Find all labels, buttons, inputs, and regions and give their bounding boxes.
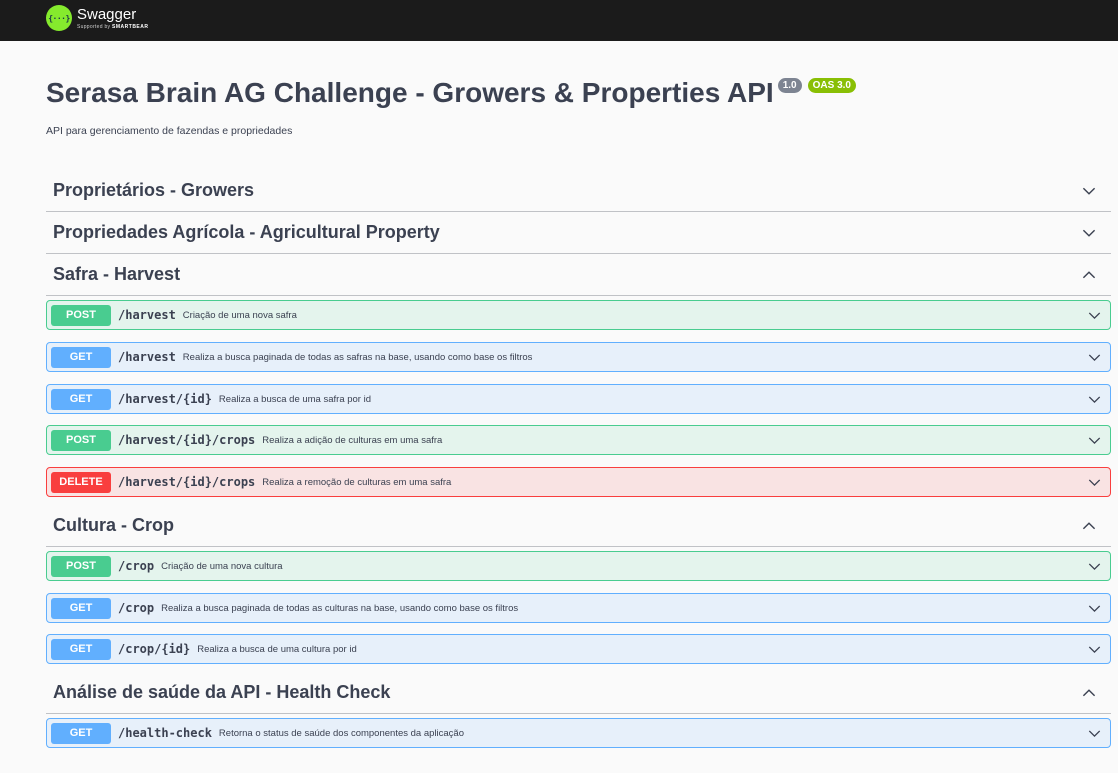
operation-path: /crop bbox=[118, 559, 155, 573]
brand-tagline: Supported by SMARTBEAR bbox=[77, 24, 149, 30]
tag-harvest[interactable]: Safra - Harvest bbox=[46, 254, 1111, 296]
operation-get-harvest-id[interactable]: GET /harvest/{id} Realiza a busca de uma… bbox=[46, 384, 1111, 414]
chevron-down-icon[interactable] bbox=[1088, 643, 1101, 656]
operation-delete-harvest-crops[interactable]: DELETE /harvest/{id}/crops Realiza a rem… bbox=[46, 467, 1111, 497]
method-badge: GET bbox=[51, 722, 111, 744]
operation-post-harvest-crops[interactable]: POST /harvest/{id}/crops Realiza a adiçã… bbox=[46, 425, 1111, 455]
chevron-down-icon[interactable] bbox=[1088, 602, 1101, 615]
method-badge: GET bbox=[51, 346, 111, 368]
method-badge: POST bbox=[51, 429, 111, 451]
tag-agricultural-property[interactable]: Propriedades Agrícola - Agricultural Pro… bbox=[46, 212, 1111, 254]
chevron-down-icon[interactable] bbox=[1088, 560, 1101, 573]
swagger-icon: {···} bbox=[46, 5, 72, 31]
brand-name: Swagger bbox=[77, 6, 137, 23]
api-description: API para gerenciamento de fazendas e pro… bbox=[46, 125, 293, 137]
chevron-down-icon[interactable] bbox=[1088, 309, 1101, 322]
chevron-up-icon bbox=[1082, 688, 1096, 696]
method-badge: GET bbox=[51, 388, 111, 410]
tag-label: Safra - Harvest bbox=[53, 264, 181, 284]
method-badge: GET bbox=[51, 597, 111, 619]
tag-health-check[interactable]: Análise de saúde da API - Health Check bbox=[46, 672, 1111, 714]
chevron-down-icon[interactable] bbox=[1088, 351, 1101, 364]
tag-label: Cultura - Crop bbox=[53, 515, 174, 535]
chevron-down-icon[interactable] bbox=[1088, 393, 1101, 406]
operation-path: /harvest/{id} bbox=[118, 392, 212, 406]
operation-path: /health-check bbox=[118, 726, 212, 740]
operation-summary: Realiza a busca paginada de todas as cul… bbox=[161, 602, 519, 614]
version-badge: 1.0 bbox=[777, 78, 802, 93]
tag-label: Análise de saúde da API - Health Check bbox=[53, 682, 391, 702]
tag-crop[interactable]: Cultura - Crop bbox=[46, 505, 1111, 547]
chevron-down-icon[interactable] bbox=[1088, 476, 1101, 489]
tag-growers[interactable]: Proprietários - Growers bbox=[46, 170, 1111, 212]
operation-path: /harvest bbox=[118, 308, 176, 322]
swagger-logo[interactable]: {···} Swagger Supported by SMARTBEAR bbox=[46, 4, 149, 31]
method-badge: DELETE bbox=[51, 471, 111, 493]
operation-summary: Realiza a adição de culturas em uma safr… bbox=[262, 434, 443, 446]
tag-label: Propriedades Agrícola - Agricultural Pro… bbox=[53, 222, 440, 242]
operation-summary: Criação de uma nova cultura bbox=[161, 560, 283, 572]
method-badge: POST bbox=[51, 555, 111, 577]
operation-path: /crop/{id} bbox=[118, 642, 191, 656]
operation-get-crop-id[interactable]: GET /crop/{id} Realiza a busca de uma cu… bbox=[46, 634, 1111, 664]
operation-get-crop[interactable]: GET /crop Realiza a busca paginada de to… bbox=[46, 593, 1111, 623]
operation-summary: Realiza a busca de uma cultura por id bbox=[197, 643, 357, 655]
chevron-up-icon bbox=[1082, 270, 1096, 278]
chevron-down-icon bbox=[1082, 229, 1096, 237]
oas-badge: OAS 3.0 bbox=[807, 78, 856, 93]
operation-get-harvest[interactable]: GET /harvest Realiza a busca paginada de… bbox=[46, 342, 1111, 372]
operation-get-health-check[interactable]: GET /health-check Retorna o status de sa… bbox=[46, 718, 1111, 748]
chevron-up-icon bbox=[1082, 521, 1096, 529]
page-title: Serasa Brain AG Challenge - Growers & Pr… bbox=[46, 77, 774, 108]
operation-summary: Realiza a busca paginada de todas as saf… bbox=[182, 351, 533, 363]
operation-post-harvest[interactable]: POST /harvest Criação de uma nova safra bbox=[46, 300, 1111, 330]
chevron-down-icon[interactable] bbox=[1088, 727, 1101, 740]
operation-summary: Retorna o status de saúde dos componente… bbox=[218, 727, 464, 739]
topbar: {···} Swagger Supported by SMARTBEAR bbox=[0, 0, 1118, 41]
method-badge: POST bbox=[51, 304, 111, 326]
method-badge: GET bbox=[51, 638, 111, 660]
operation-summary: Realiza a busca de uma safra por id bbox=[218, 393, 372, 405]
chevron-down-icon bbox=[1082, 187, 1096, 195]
operation-summary: Realiza a remoção de culturas em uma saf… bbox=[262, 476, 452, 488]
operation-post-crop[interactable]: POST /crop Criação de uma nova cultura bbox=[46, 551, 1111, 581]
api-info: Serasa Brain AG Challenge - Growers & Pr… bbox=[46, 76, 1106, 110]
chevron-down-icon[interactable] bbox=[1088, 434, 1101, 447]
tag-label: Proprietários - Growers bbox=[53, 180, 255, 200]
operation-path: /harvest bbox=[118, 350, 176, 364]
operation-path: /harvest/{id}/crops bbox=[118, 475, 256, 489]
operation-path: /harvest/{id}/crops bbox=[118, 433, 256, 447]
operation-path: /crop bbox=[118, 601, 155, 615]
operation-summary: Criação de uma nova safra bbox=[182, 309, 297, 321]
